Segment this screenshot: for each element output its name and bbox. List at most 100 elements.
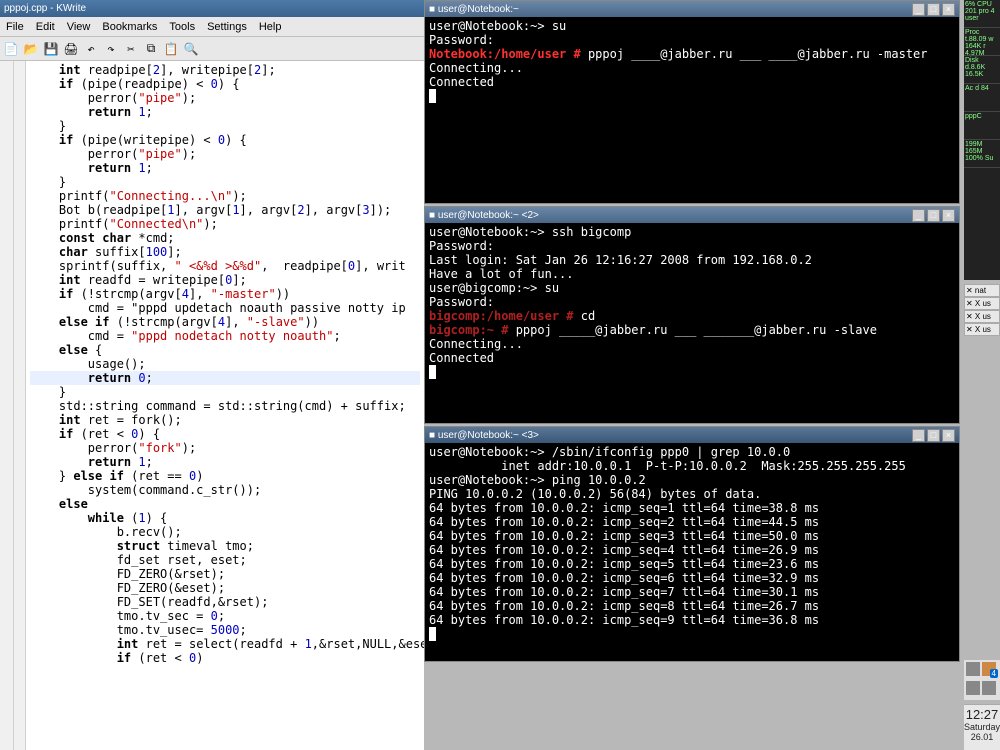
terminal-1[interactable]: ■ user@Notebook:~ _ □ × user@Notebook:~>… [424, 0, 960, 204]
code-line[interactable]: struct timeval tmo; [30, 539, 420, 553]
minimize-icon[interactable]: _ [912, 209, 925, 222]
redo-icon[interactable]: ↷ [102, 40, 120, 58]
menu-bookmarks[interactable]: Bookmarks [96, 21, 163, 33]
code-line[interactable]: FD_SET(readfd,&rset); [30, 595, 420, 609]
menu-view[interactable]: View [61, 21, 97, 33]
terminal-3[interactable]: ■ user@Notebook:~ <3> _ □ × user@Noteboo… [424, 426, 960, 662]
task-item[interactable]: ✕ X us [964, 323, 1000, 336]
code-line[interactable]: char suffix[100]; [30, 245, 420, 259]
open-file-icon[interactable]: 📂 [22, 40, 40, 58]
terminal-1-titlebar[interactable]: ■ user@Notebook:~ _ □ × [425, 1, 959, 17]
maximize-icon[interactable]: □ [927, 429, 940, 442]
code-line[interactable]: fd_set rset, eset; [30, 553, 420, 567]
code-line[interactable]: else { [30, 343, 420, 357]
kwrite-editor-area[interactable]: int readpipe[2], writepipe[2]; if (pipe(… [0, 61, 424, 750]
undo-icon[interactable]: ↶ [82, 40, 100, 58]
minimize-icon[interactable]: _ [912, 429, 925, 442]
code-line[interactable]: while (1) { [30, 511, 420, 525]
code-line[interactable]: } [30, 175, 420, 189]
menu-edit[interactable]: Edit [30, 21, 61, 33]
code-line[interactable]: std::string command = std::string(cmd) +… [30, 399, 420, 413]
close-icon[interactable]: × [942, 3, 955, 16]
tray-icon[interactable] [982, 681, 996, 695]
code-line[interactable]: int ret = fork(); [30, 413, 420, 427]
save-icon[interactable]: 💾 [42, 40, 60, 58]
code-line[interactable]: cmd = "pppd updetach noauth passive nott… [30, 301, 420, 315]
code-line[interactable]: perror("fork"); [30, 441, 420, 455]
code-line[interactable]: } else if (ret == 0) [30, 469, 420, 483]
code-line[interactable]: usage(); [30, 357, 420, 371]
code-line[interactable]: if (!strcmp(argv[4], "-master")) [30, 287, 420, 301]
code-line[interactable]: if (ret < 0) { [30, 427, 420, 441]
new-file-icon[interactable]: 📄 [2, 40, 20, 58]
code-line[interactable]: return 1; [30, 455, 420, 469]
kwrite-titlebar[interactable]: pppoj.cpp - KWrite [0, 0, 424, 17]
code-line[interactable]: int readpipe[2], writepipe[2]; [30, 63, 420, 77]
maximize-icon[interactable]: □ [927, 3, 940, 16]
code-line[interactable]: cmd = "pppd nodetach notty noauth"; [30, 329, 420, 343]
code-line[interactable]: return 1; [30, 105, 420, 119]
code-line[interactable]: tmo.tv_usec= 5000; [30, 623, 420, 637]
terminal-2-body[interactable]: user@Notebook:~> ssh bigcompPassword:Las… [425, 223, 959, 423]
code-line[interactable]: sprintf(suffix, " <&%d >&%d", readpipe[0… [30, 259, 420, 273]
code-line[interactable]: Bot b(readpipe[1], argv[1], argv[2], arg… [30, 203, 420, 217]
terminal-2-titlebar[interactable]: ■ user@Notebook:~ <2> _ □ × [425, 207, 959, 223]
close-icon[interactable]: × [942, 209, 955, 222]
monitor-widget: Ac d 84 [964, 84, 1000, 112]
code-line[interactable]: } [30, 119, 420, 133]
task-item[interactable]: ✕ X us [964, 310, 1000, 323]
kwrite-toolbar[interactable]: 📄 📂 💾 🖨 ↶ ↷ ✂ ⧉ 📋 🔍 [0, 37, 424, 61]
terminal-line [429, 627, 955, 641]
menu-tools[interactable]: Tools [163, 21, 201, 33]
find-icon[interactable]: 🔍 [182, 40, 200, 58]
code-line[interactable]: else if (!strcmp(argv[4], "-slave")) [30, 315, 420, 329]
code-line[interactable]: const char *cmd; [30, 231, 420, 245]
code-line[interactable]: if (pipe(writepipe) < 0) { [30, 133, 420, 147]
minimize-icon[interactable]: _ [912, 3, 925, 16]
code-line[interactable]: int ret = select(readfd + 1,&rset,NULL,&… [30, 637, 420, 651]
clock-widget[interactable]: 12:27 Saturday 26.01 [964, 704, 1000, 750]
terminal-1-body[interactable]: user@Notebook:~> suPassword:Notebook:/ho… [425, 17, 959, 203]
close-icon[interactable]: × [942, 429, 955, 442]
code-line[interactable]: perror("pipe"); [30, 147, 420, 161]
terminal-3-body[interactable]: user@Notebook:~> /sbin/ifconfig ppp0 | g… [425, 443, 959, 661]
code-line[interactable]: perror("pipe"); [30, 91, 420, 105]
tray-icon[interactable] [966, 662, 980, 676]
cut-icon[interactable]: ✂ [122, 40, 140, 58]
code-line[interactable]: if (pipe(readpipe) < 0) { [30, 77, 420, 91]
terminal-3-title: user@Notebook:~ <3> [438, 430, 539, 441]
code-line[interactable]: b.recv(); [30, 525, 420, 539]
tray-icon[interactable]: 4 [982, 662, 996, 676]
paste-icon[interactable]: 📋 [162, 40, 180, 58]
menu-settings[interactable]: Settings [201, 21, 253, 33]
taskbar-side[interactable]: ✕ nat✕ X us✕ X us✕ X us [964, 284, 1000, 336]
maximize-icon[interactable]: □ [927, 209, 940, 222]
code-editor[interactable]: int readpipe[2], writepipe[2]; if (pipe(… [26, 61, 424, 750]
terminal-3-titlebar[interactable]: ■ user@Notebook:~ <3> _ □ × [425, 427, 959, 443]
tray-icon[interactable] [966, 681, 980, 695]
code-line[interactable]: FD_ZERO(&eset); [30, 581, 420, 595]
code-line[interactable]: tmo.tv_sec = 0; [30, 609, 420, 623]
fold-column[interactable] [14, 61, 26, 750]
menu-help[interactable]: Help [253, 21, 288, 33]
code-line[interactable]: system(command.c_str()); [30, 483, 420, 497]
code-line[interactable]: else [30, 497, 420, 511]
code-line[interactable]: if (ret < 0) [30, 651, 420, 665]
system-tray[interactable]: 4 [964, 660, 1000, 700]
kwrite-window: pppoj.cpp - KWrite FileEditViewBookmarks… [0, 0, 424, 750]
code-line[interactable]: } [30, 385, 420, 399]
code-line[interactable]: FD_ZERO(&rset); [30, 567, 420, 581]
code-line[interactable]: return 1; [30, 161, 420, 175]
code-line[interactable]: return 0; [30, 371, 420, 385]
terminal-2[interactable]: ■ user@Notebook:~ <2> _ □ × user@Noteboo… [424, 206, 960, 424]
task-item[interactable]: ✕ nat [964, 284, 1000, 297]
print-icon[interactable]: 🖨 [62, 40, 80, 58]
terminal-line: 64 bytes from 10.0.0.2: icmp_seq=7 ttl=6… [429, 585, 955, 599]
copy-icon[interactable]: ⧉ [142, 40, 160, 58]
code-line[interactable]: printf("Connecting...\n"); [30, 189, 420, 203]
menu-file[interactable]: File [0, 21, 30, 33]
code-line[interactable]: printf("Connected\n"); [30, 217, 420, 231]
task-item[interactable]: ✕ X us [964, 297, 1000, 310]
kwrite-menubar[interactable]: FileEditViewBookmarksToolsSettingsHelp [0, 17, 424, 37]
code-line[interactable]: int readfd = writepipe[0]; [30, 273, 420, 287]
